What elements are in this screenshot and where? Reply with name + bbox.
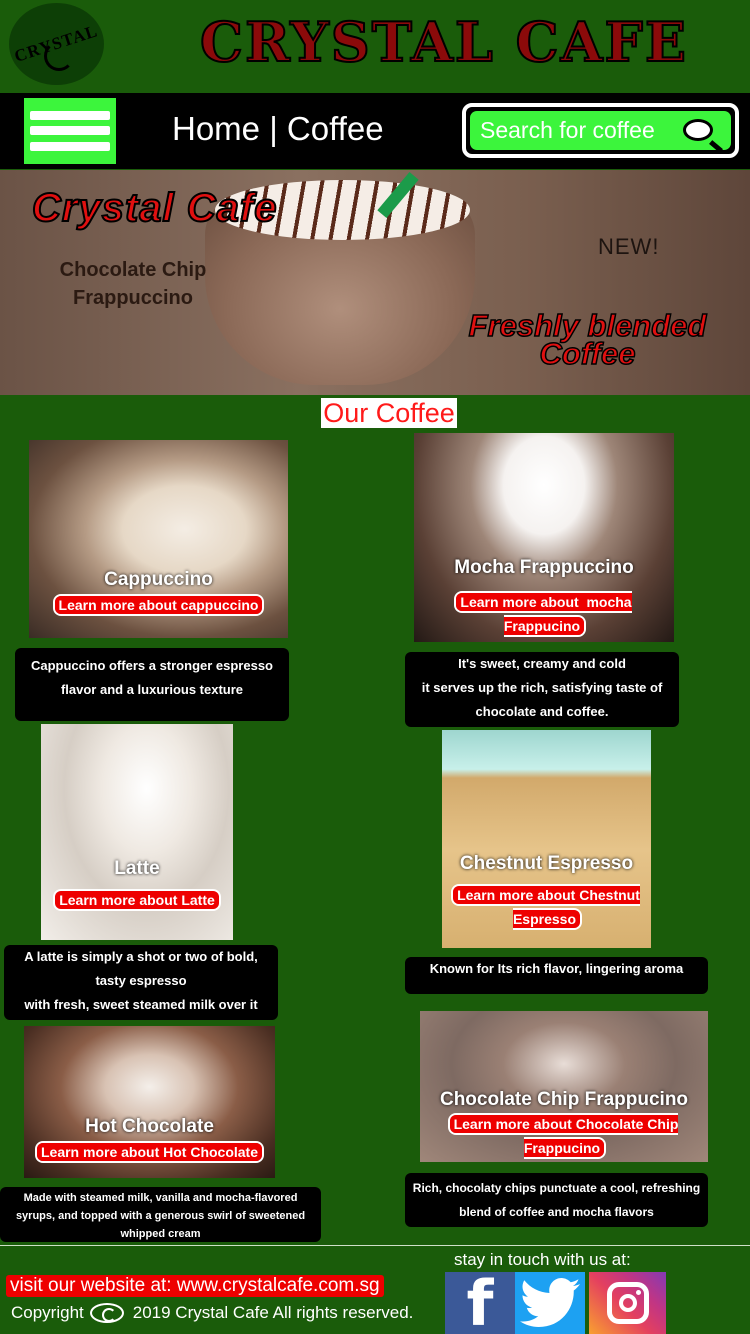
website-link[interactable]: visit our website at: www.crystalcafe.co… — [6, 1275, 384, 1297]
product-name: Mocha Frappuccino — [454, 557, 634, 578]
product-name: Chestnut Espresso — [459, 853, 634, 874]
product-description: It's sweet, creamy and cold it serves up… — [405, 652, 679, 727]
hero-product-name: Chocolate Chip Frappuccino — [59, 259, 207, 309]
chestnut-espresso-card[interactable]: Chestnut Espresso Learn more about Chest… — [442, 730, 651, 948]
footer-divider — [0, 1245, 750, 1246]
menu-bar-icon — [30, 111, 110, 121]
search-input[interactable]: Search for coffee — [470, 111, 731, 153]
product-name: Latte — [114, 858, 160, 879]
hamburger-menu-button[interactable] — [22, 96, 118, 166]
product-description: Known for Its rich flavor, lingering aro… — [405, 957, 708, 994]
product-name: Cappuccino — [104, 569, 213, 590]
hot-chocolate-card[interactable]: Hot Chocolate Learn more about Hot Choco… — [24, 1026, 275, 1178]
learn-more-link[interactable]: Learn more about Chocolate Chip Frappuci… — [420, 1112, 708, 1160]
hero-brand: Crystal Cafe — [31, 185, 278, 231]
copyright-icon — [89, 1303, 124, 1323]
product-description: Rich, chocolaty chips punctuate a cool, … — [405, 1173, 708, 1227]
cappuccino-card[interactable]: Cappuccino Learn more about cappuccino — [29, 440, 288, 638]
hero-banner: Crystal Cafe Chocolate Chip Frappuccino … — [0, 170, 750, 395]
product-description: Made with steamed milk, vanilla and moch… — [0, 1187, 321, 1242]
instagram-icon[interactable] — [589, 1272, 666, 1334]
learn-more-link[interactable]: Learn more about cappuccino — [29, 593, 288, 617]
section-title: Our Coffee — [321, 398, 457, 428]
learn-more-link[interactable]: Learn more about Chestnut Espresso — [442, 883, 651, 931]
cafe-logo[interactable]: CRYSTAL — [9, 3, 104, 85]
search-placeholder: Search for coffee — [480, 117, 655, 143]
logo-swirl-icon — [44, 41, 74, 71]
search-icon[interactable] — [683, 118, 723, 153]
site-title: CRYSTAL CAFE — [199, 9, 689, 75]
product-description: Cappuccino offers a stronger espresso fl… — [15, 648, 289, 721]
product-name: Chocolate Chip Frappucino — [439, 1089, 689, 1110]
mocha-frappuccino-card[interactable]: Mocha Frappuccino Learn more about mocha… — [414, 433, 674, 642]
site-header: CRYSTAL CRYSTAL CAFE — [0, 0, 750, 93]
facebook-icon[interactable]: f — [445, 1267, 515, 1334]
chocolate-chip-frappucino-card[interactable]: Chocolate Chip Frappucino Learn more abo… — [420, 1011, 708, 1162]
learn-more-link[interactable]: Learn more about Hot Chocolate — [24, 1140, 275, 1164]
learn-more-link[interactable]: Learn more about mocha Frappucino — [414, 590, 674, 638]
breadcrumb[interactable]: Home | Coffee — [172, 110, 384, 148]
product-description: A latte is simply a shot or two of bold,… — [4, 945, 278, 1020]
latte-card[interactable]: Latte Learn more about Latte — [41, 724, 233, 940]
menu-bar-icon — [30, 126, 110, 136]
search-box[interactable]: Search for coffee — [462, 103, 739, 158]
menu-bar-icon — [30, 141, 110, 151]
copyright: Copyright 2019 Crystal Cafe All rights r… — [11, 1303, 414, 1323]
learn-more-link[interactable]: Learn more about Latte — [41, 888, 233, 912]
twitter-icon[interactable] — [515, 1272, 585, 1334]
product-name: Hot Chocolate — [85, 1116, 214, 1137]
hero-tagline: Freshly blended Coffee — [468, 308, 707, 371]
new-badge: NEW! — [598, 234, 660, 259]
